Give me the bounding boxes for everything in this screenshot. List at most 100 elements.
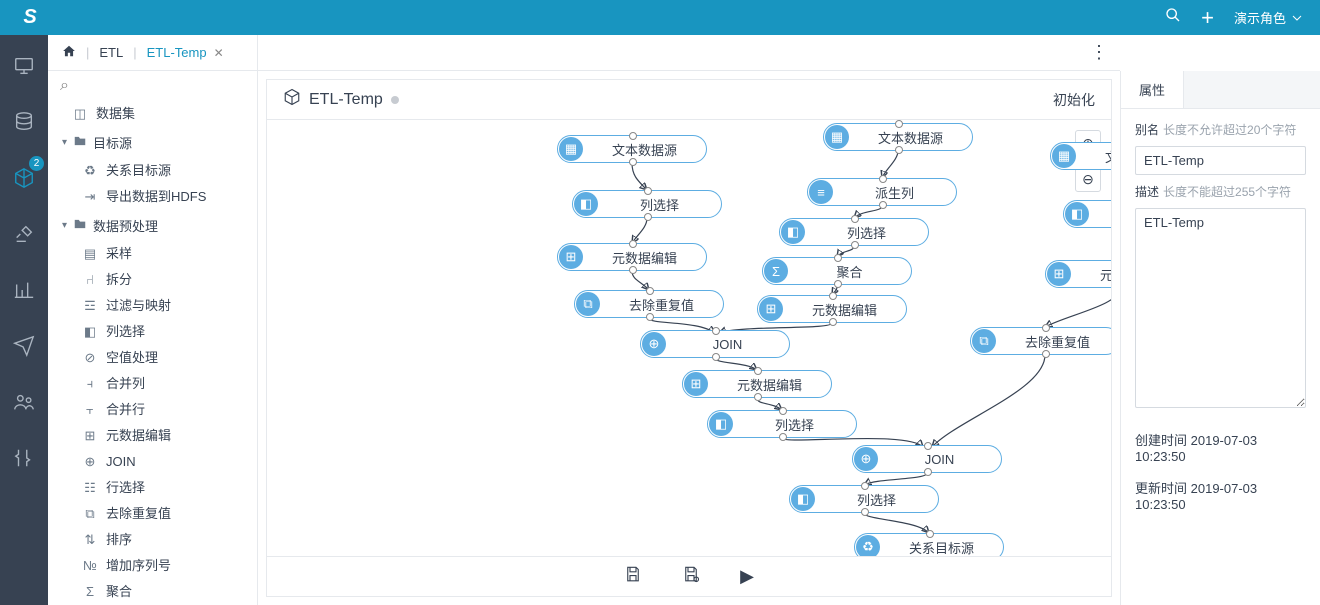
role-dropdown[interactable]: 演示角色 (1234, 8, 1302, 27)
properties-panel: 属性 别名长度不允许超过20个字符 描述长度不能超过255个字符 创建时间 20… (1120, 71, 1320, 605)
aggregate-icon: Σ (82, 584, 98, 600)
breadcrumb-etl[interactable]: ETL (99, 45, 123, 60)
tree-item[interactable]: №增加序列号 (48, 553, 257, 579)
flow-node[interactable]: ⧉去除重复值 (574, 290, 724, 318)
metadata-icon: ⊞ (82, 428, 98, 444)
component-tree: ◫数据集 ▾目标源 ♻关系目标源 ⇥导出数据到HDFS ▾数据预处理 ▤采样 ⑁… (48, 101, 257, 605)
flow-node[interactable]: ◧列选择 (779, 218, 929, 246)
search-icon[interactable] (1165, 7, 1181, 28)
tree-item[interactable]: ⇥导出数据到HDFS (48, 184, 257, 210)
tree-item[interactable]: ▤采样 (48, 241, 257, 267)
node-label: 元数据编辑 (708, 375, 831, 394)
iconbar-tools[interactable] (5, 439, 43, 477)
node-icon: ◧ (1065, 202, 1089, 226)
tree-item[interactable]: Σ聚合 (48, 579, 257, 605)
column-select-icon: ◧ (82, 324, 98, 340)
alias-input[interactable] (1135, 146, 1306, 175)
tree-item[interactable]: ◧列选择 (48, 319, 257, 345)
run-button[interactable]: ▶ (740, 566, 754, 587)
iconbar-chart[interactable] (5, 271, 43, 309)
flow-node[interactable]: ⊞元数据编辑 (1045, 260, 1111, 288)
tree-item[interactable]: ⫞合并列 (48, 371, 257, 397)
dataset-icon: ◫ (72, 106, 88, 122)
flow-node[interactable]: ⊕JOIN (852, 445, 1002, 473)
status-dot (391, 96, 399, 104)
tree-item[interactable]: ☷行选择 (48, 475, 257, 501)
flow-node[interactable]: ⊞元数据编辑 (682, 370, 832, 398)
canvas-header: ETL-Temp 初始化 (267, 80, 1111, 120)
relation-icon: ♻ (82, 163, 98, 179)
tree-item[interactable]: ⊕JOIN (48, 449, 257, 475)
flow-node[interactable]: ⊞元数据编辑 (757, 295, 907, 323)
app-logo: S (18, 6, 42, 30)
flow-node[interactable]: ◧列选择 (789, 485, 939, 513)
null-icon: ⊘ (82, 350, 98, 366)
flow-node[interactable]: ◧列选择 (572, 190, 722, 218)
tree-item[interactable]: ⊘空值处理 (48, 345, 257, 371)
flow-node[interactable]: Σ聚合 (762, 257, 912, 285)
tab-properties[interactable]: 属性 (1121, 71, 1184, 108)
add-icon[interactable]: + (1201, 5, 1214, 31)
sidebar-search-input[interactable] (60, 77, 245, 95)
node-label: 列选择 (815, 490, 938, 509)
flow-node[interactable]: ▦文本数据源 (557, 135, 707, 163)
tree-item[interactable]: ◫数据集 (48, 101, 257, 127)
caret-down-icon: ▾ (62, 220, 67, 231)
flow-node[interactable]: ≡派生列 (807, 178, 957, 206)
flow-node[interactable]: ◧列选择 (707, 410, 857, 438)
node-label: 文本数据源 (583, 140, 706, 159)
export-icon: ⇥ (82, 189, 98, 205)
node-icon: ⧉ (972, 329, 996, 353)
tree-folder[interactable]: ▾数据预处理 (48, 210, 257, 241)
flow-node[interactable]: ▦文本数据源 (823, 123, 973, 151)
node-label: 关系目标源 (880, 538, 1003, 557)
node-icon: ◧ (709, 412, 733, 436)
node-icon: Σ (764, 259, 788, 283)
save-button[interactable] (624, 565, 642, 588)
tree-item[interactable]: ♻关系目标源 (48, 158, 257, 184)
caret-down-icon: ▾ (62, 137, 67, 148)
desc-input[interactable] (1135, 208, 1306, 408)
tree-item[interactable]: ⫟合并行 (48, 397, 257, 423)
sequence-icon: № (82, 558, 98, 574)
close-tab-icon[interactable]: ✕ (214, 46, 224, 60)
flow-canvas[interactable]: ⊕ ⊖ ▣ ▦文本数据源◧列选择⊞元数据编辑⧉去除重复值⊕JOIN⊞元数据编辑◧… (267, 120, 1111, 556)
merge-row-icon: ⫟ (82, 402, 98, 418)
home-icon[interactable] (62, 44, 76, 61)
node-label: 列选择 (598, 195, 721, 214)
flow-node[interactable]: ⊕JOIN (640, 330, 790, 358)
tree-item[interactable]: ⑁拆分 (48, 267, 257, 293)
node-label: 元数据编辑 (783, 300, 906, 319)
node-label: JOIN (878, 452, 1001, 467)
iconbar-cube[interactable]: 2 (5, 159, 43, 197)
init-button[interactable]: 初始化 (1053, 90, 1095, 110)
row-select-icon: ☷ (82, 480, 98, 496)
save-as-button[interactable] (682, 565, 700, 588)
node-icon: ≡ (809, 180, 833, 204)
more-icon[interactable]: ⋮ (1090, 42, 1106, 63)
alias-hint: 长度不允许超过20个字符 (1163, 121, 1296, 138)
desc-hint: 长度不能超过255个字符 (1163, 183, 1291, 200)
iconbar-database[interactable] (5, 103, 43, 141)
created-label: 创建时间 (1135, 433, 1187, 448)
tree-item[interactable]: ⇅排序 (48, 527, 257, 553)
tree-item[interactable]: ⊞元数据编辑 (48, 423, 257, 449)
node-icon: ♻ (856, 535, 880, 556)
breadcrumb-current[interactable]: ETL-Temp (147, 45, 207, 60)
node-label: 元数据编辑 (1071, 265, 1111, 284)
flow-node[interactable]: ⊞元数据编辑 (557, 243, 707, 271)
flow-node[interactable]: ♻关系目标源 (854, 533, 1004, 556)
flow-node[interactable]: ▦文本数据源 (1050, 142, 1111, 170)
flow-node[interactable]: ◧列选择 (1063, 200, 1111, 228)
node-label: 列选择 (733, 415, 856, 434)
iconbar-gavel[interactable] (5, 215, 43, 253)
tree-item[interactable]: ☲过滤与映射 (48, 293, 257, 319)
tree-folder[interactable]: ▾目标源 (48, 127, 257, 158)
flow-node[interactable]: ⧉去除重复值 (970, 327, 1111, 355)
iconbar-send[interactable] (5, 327, 43, 365)
iconbar-users[interactable] (5, 383, 43, 421)
node-icon: ⊞ (559, 245, 583, 269)
iconbar-monitor[interactable] (5, 47, 43, 85)
filter-icon: ☲ (82, 298, 98, 314)
tree-item[interactable]: ⧉去除重复值 (48, 501, 257, 527)
